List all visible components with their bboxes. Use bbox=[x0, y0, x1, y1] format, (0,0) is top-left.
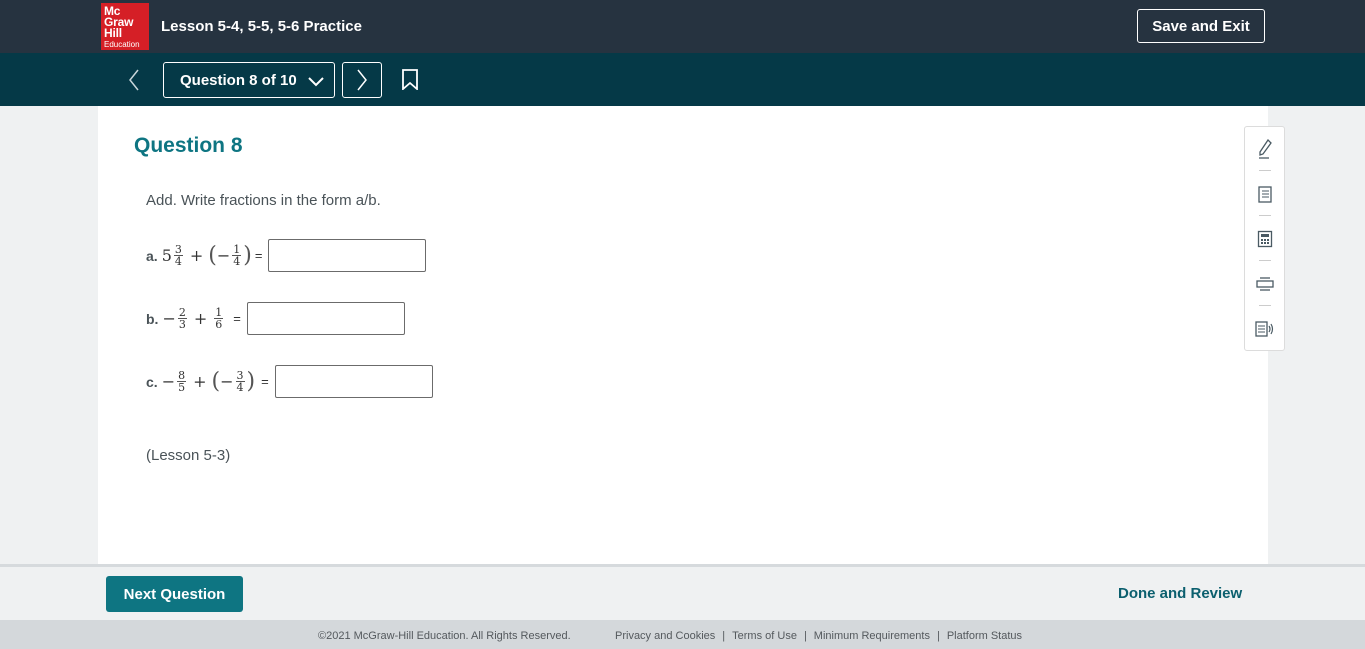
answer-input-c[interactable] bbox=[274, 365, 433, 398]
print-tool-button[interactable] bbox=[1245, 270, 1284, 298]
fraction: 34 bbox=[235, 369, 245, 394]
bookmark-button[interactable] bbox=[401, 69, 419, 95]
notes-icon bbox=[1257, 186, 1272, 203]
requirements-link[interactable]: Minimum Requirements bbox=[814, 630, 930, 642]
mcgraw-hill-logo: Mc Graw Hill Education bbox=[101, 3, 149, 50]
fraction: 85 bbox=[177, 369, 187, 394]
next-question-arrow-button[interactable] bbox=[342, 62, 382, 98]
previous-question-button[interactable] bbox=[124, 67, 144, 93]
calculator-icon bbox=[1257, 230, 1272, 248]
chevron-left-icon bbox=[129, 69, 139, 91]
question-selector-label: Question 8 of 10 bbox=[180, 71, 297, 89]
problem-a: a. 5 34 + ( − 14 ) = bbox=[146, 239, 427, 272]
question-selector-dropdown[interactable]: Question 8 of 10 bbox=[163, 62, 335, 98]
chevron-right-icon bbox=[357, 69, 367, 91]
problem-b: b. − 23 + 16 = bbox=[146, 302, 405, 335]
platform-status-link[interactable]: Platform Status bbox=[947, 630, 1022, 642]
answer-input-b[interactable] bbox=[246, 302, 405, 335]
pencil-tool-button[interactable] bbox=[1245, 135, 1284, 163]
calculator-tool-button[interactable] bbox=[1245, 225, 1284, 253]
fraction: 34 bbox=[173, 243, 183, 268]
privacy-link[interactable]: Privacy and Cookies bbox=[615, 630, 715, 642]
footer-divider bbox=[0, 564, 1365, 567]
next-question-button[interactable]: Next Question bbox=[106, 576, 243, 612]
question-title: Question 8 bbox=[134, 134, 243, 157]
legal-footer: ©2021 McGraw-Hill Education. All Rights … bbox=[0, 620, 1365, 649]
done-and-review-link[interactable]: Done and Review bbox=[1118, 585, 1242, 602]
print-icon bbox=[1255, 277, 1274, 291]
notes-tool-button[interactable] bbox=[1245, 180, 1284, 208]
terms-link[interactable]: Terms of Use bbox=[732, 630, 797, 642]
fraction: 14 bbox=[232, 243, 242, 268]
fraction: 23 bbox=[177, 306, 187, 331]
bookmark-icon bbox=[402, 69, 418, 91]
copyright-text: ©2021 McGraw-Hill Education. All Rights … bbox=[318, 630, 571, 642]
fraction: 16 bbox=[214, 306, 224, 331]
read-aloud-icon bbox=[1254, 321, 1273, 337]
lesson-reference: (Lesson 5-3) bbox=[146, 447, 231, 464]
problem-c: c. − 85 + ( − 34 ) = bbox=[146, 365, 433, 398]
question-instruction: Add. Write fractions in the form a/b. bbox=[146, 192, 381, 209]
pencil-icon bbox=[1258, 139, 1272, 159]
answer-input-a[interactable] bbox=[268, 239, 427, 272]
footer-links: Privacy and Cookies | Terms of Use | Min… bbox=[615, 630, 1023, 642]
assignment-title: Lesson 5-4, 5-5, 5-6 Practice bbox=[161, 18, 362, 35]
question-panel bbox=[98, 106, 1268, 564]
save-and-exit-button[interactable]: Save and Exit bbox=[1137, 9, 1265, 43]
read-aloud-tool-button[interactable] bbox=[1245, 315, 1284, 343]
chevron-down-icon bbox=[308, 77, 324, 87]
tools-panel bbox=[1244, 126, 1285, 351]
